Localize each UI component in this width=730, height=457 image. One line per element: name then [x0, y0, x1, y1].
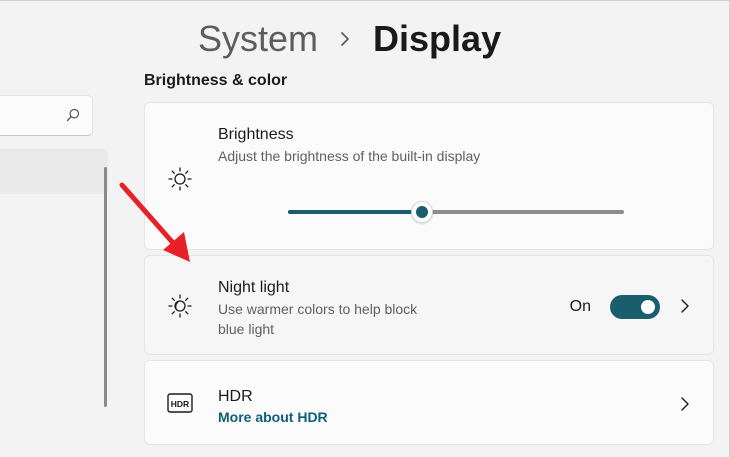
- hdr-title: HDR: [218, 388, 253, 405]
- sidebar-scrollbar[interactable]: [104, 167, 107, 407]
- night-light-icon: [168, 294, 192, 318]
- page-title: Display: [373, 18, 502, 59]
- brightness-card: Brightness Adjust the brightness of the …: [144, 102, 714, 250]
- toggle-knob: [641, 300, 655, 314]
- hdr-icon-text: HDR: [171, 399, 189, 409]
- search-icon: [66, 108, 80, 122]
- brightness-slider-thumb[interactable]: [411, 201, 434, 223]
- chevron-right-icon[interactable]: [679, 396, 691, 412]
- toggle-state-label: On: [569, 298, 591, 315]
- brightness-slider-fill: [288, 210, 423, 214]
- hdr-card[interactable]: HDR HDR More about HDR: [144, 360, 714, 445]
- breadcrumb: System Display: [198, 14, 501, 64]
- brightness-title: Brightness: [218, 126, 294, 143]
- brightness-slider[interactable]: [288, 201, 624, 223]
- sidebar-item-system[interactable]: [0, 149, 108, 194]
- night-light-description-line-2: blue light: [218, 321, 275, 337]
- settings-search-input[interactable]: [0, 95, 93, 136]
- night-light-toggle[interactable]: [610, 295, 660, 319]
- night-light-title: Night light: [218, 279, 290, 296]
- night-light-card[interactable]: Night light Use warmer colors to help bl…: [144, 255, 714, 355]
- breadcrumb-system-link[interactable]: System: [198, 18, 318, 60]
- night-light-description: Use warmer colors to help block blue lig…: [218, 299, 417, 339]
- hdr-icon: HDR: [167, 393, 193, 413]
- more-about-hdr-link[interactable]: More about HDR: [218, 409, 328, 425]
- chevron-right-icon: [340, 31, 350, 47]
- section-title: Brightness & color: [144, 72, 288, 89]
- red-arrow-icon: [119, 182, 190, 262]
- night-light-description-line-1: Use warmer colors to help block: [218, 301, 418, 317]
- window-border-top: [0, 0, 730, 1]
- brightness-description: Adjust the brightness of the built-in di…: [218, 148, 481, 164]
- chevron-right-icon[interactable]: [679, 298, 691, 314]
